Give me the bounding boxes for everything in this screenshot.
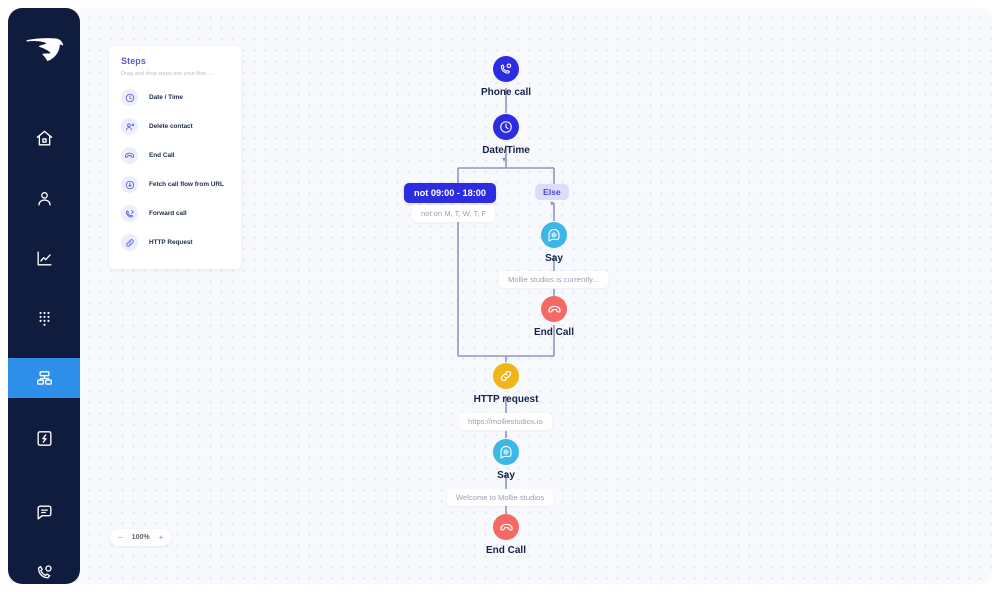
step-item-label: Forward call [149, 210, 187, 217]
flow-node-http-request[interactable]: HTTP request [473, 363, 539, 405]
phone-forward-icon [121, 205, 138, 222]
speaker-icon[interactable] [493, 439, 519, 465]
flow-node-phone-call[interactable]: Phone call [473, 56, 539, 98]
sidebar-item-dialpad[interactable] [8, 298, 80, 338]
flow-node-caption: End Call [485, 545, 526, 556]
user-remove-icon [121, 118, 138, 135]
sidebar-primary-nav [8, 118, 80, 458]
flow-canvas[interactable]: Steps Drag and drop steps into your flow… [80, 8, 992, 584]
step-item-fetch-call-flow[interactable]: Fetch call flow from URL [109, 170, 241, 199]
flow-node-caption: Say [497, 470, 515, 481]
say-1-text[interactable]: Mollie studios is currently... [499, 271, 608, 288]
chart-icon [35, 249, 54, 268]
say-2-text[interactable]: Welcome to Mollie studios [447, 489, 554, 506]
step-item-delete-contact[interactable]: Delete contact [109, 112, 241, 141]
branch-else-badge[interactable]: Else [535, 184, 569, 200]
sidebar-item-contacts[interactable] [8, 178, 80, 218]
flow-node-caption: Say [545, 253, 563, 264]
phone-hangup-icon[interactable] [541, 296, 567, 322]
flow-node-end-call-1[interactable]: End Call [521, 296, 587, 338]
chat-bubble-icon [35, 503, 54, 522]
step-item-label: End Call [149, 152, 175, 159]
branch-condition-badge[interactable]: not 09:00 - 18:00 [404, 183, 496, 203]
flow-node-caption: HTTP request [473, 394, 539, 405]
step-item-end-call[interactable]: End Call [109, 141, 241, 170]
flow-node-caption: End Call [533, 327, 574, 338]
branch-condition-detail[interactable]: not on M, T, W, T, F [412, 205, 496, 222]
dialpad-icon [35, 309, 54, 328]
zoom-out-button[interactable]: − [118, 533, 123, 542]
phone-call-icon[interactable] [493, 56, 519, 82]
step-item-date-time[interactable]: Date / Time [109, 83, 241, 112]
flow-builder-icon [35, 369, 54, 388]
flow-node-caption: Phone call [480, 87, 531, 98]
sidebar-item-home[interactable] [8, 118, 80, 158]
step-item-http-request[interactable]: HTTP Request [109, 228, 241, 257]
sidebar-item-integrations[interactable] [8, 418, 80, 458]
flow-node-caption: Date/Time [482, 145, 530, 156]
chevron-down-icon[interactable]: ▾ [502, 156, 506, 164]
step-item-label: HTTP Request [149, 239, 193, 246]
link-icon[interactable] [493, 363, 519, 389]
chevron-down-icon[interactable]: ▾ [550, 200, 554, 208]
step-item-forward-call[interactable]: Forward call [109, 199, 241, 228]
sidebar-item-voice[interactable] [8, 552, 80, 584]
user-icon [35, 189, 54, 208]
phone-hangup-icon [121, 147, 138, 164]
flow-node-date-time[interactable]: Date/Time [473, 114, 539, 156]
clock-icon [121, 89, 138, 106]
http-request-url[interactable]: https://molliestudios.io [459, 413, 552, 430]
step-item-label: Delete contact [149, 123, 193, 130]
step-item-label: Fetch call flow from URL [149, 181, 224, 188]
flow-builder-app: Steps Drag and drop steps into your flow… [0, 0, 1000, 592]
steps-panel: Steps Drag and drop steps into your flow… [109, 46, 241, 269]
sidebar-item-flow-builder[interactable] [8, 358, 80, 398]
link-icon [121, 234, 138, 251]
messagebird-bird-logo[interactable] [22, 34, 66, 66]
phone-call-icon [35, 563, 54, 582]
step-item-label: Date / Time [149, 94, 183, 101]
main-sidebar [8, 8, 80, 584]
speaker-icon[interactable] [541, 222, 567, 248]
flow-node-say-1[interactable]: Say [521, 222, 587, 264]
cloud-download-icon [121, 176, 138, 193]
sidebar-item-reporting[interactable] [8, 238, 80, 278]
integrations-icon [35, 429, 54, 448]
zoom-in-button[interactable]: + [159, 533, 164, 542]
zoom-level-value: 100% [131, 534, 150, 541]
steps-panel-title: Steps [121, 56, 147, 66]
home-icon [35, 129, 54, 148]
flow-node-end-call-2[interactable]: End Call [473, 514, 539, 556]
flow-node-say-2[interactable]: Say [473, 439, 539, 481]
sidebar-secondary-nav [8, 492, 80, 584]
sidebar-item-inbox[interactable] [8, 492, 80, 532]
phone-hangup-icon[interactable] [493, 514, 519, 540]
zoom-control: − 100% + [110, 529, 172, 546]
clock-icon[interactable] [493, 114, 519, 140]
steps-panel-subtitle: Drag and drop steps into your flow → [121, 71, 214, 77]
